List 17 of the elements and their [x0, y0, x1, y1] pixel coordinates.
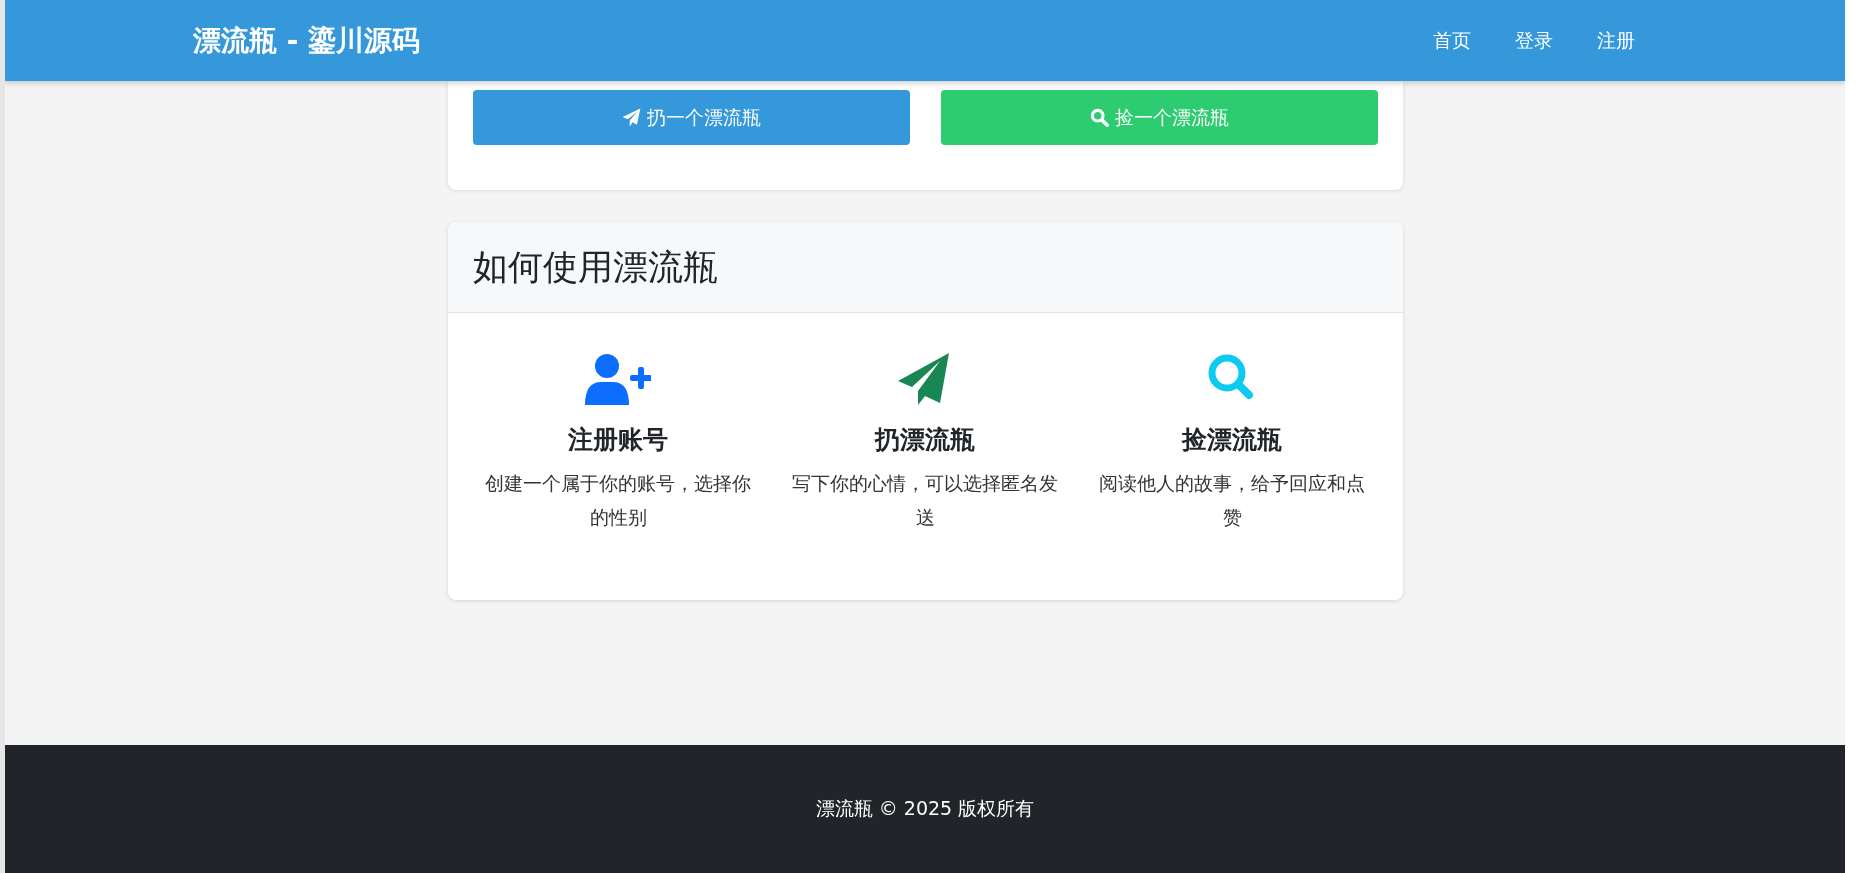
- nav-link[interactable]: 登录: [1515, 27, 1553, 54]
- card-title: 如何使用漂流瓶: [472, 245, 718, 289]
- step-description: 创建一个属于你的账号，选择你的性别: [484, 471, 752, 530]
- step-title: 注册账号: [568, 424, 668, 456]
- nav-link[interactable]: 首页: [1433, 27, 1471, 54]
- step-title: 扔漂流瓶: [875, 424, 975, 456]
- search-icon: [1089, 108, 1109, 127]
- step-title: 捡漂流瓶: [1182, 424, 1282, 456]
- paper-plane-icon: [621, 108, 641, 127]
- step-description: 写下你的心情，可以选择匿名发送: [791, 471, 1059, 530]
- copyright-text: 漂流瓶 © 2025 版权所有: [815, 796, 1035, 821]
- site-title[interactable]: 漂流瓶 - 鎏川源码: [193, 21, 1433, 60]
- user-plus-icon: [585, 353, 651, 405]
- step-description: 阅读他人的故事，给予回应和点赞: [1098, 471, 1366, 530]
- nav-link[interactable]: 注册: [1597, 27, 1635, 54]
- throw-bottle-button[interactable]: 扔一个漂流瓶: [472, 90, 910, 145]
- pick-bottle-button[interactable]: 捡一个漂流瓶: [940, 90, 1378, 145]
